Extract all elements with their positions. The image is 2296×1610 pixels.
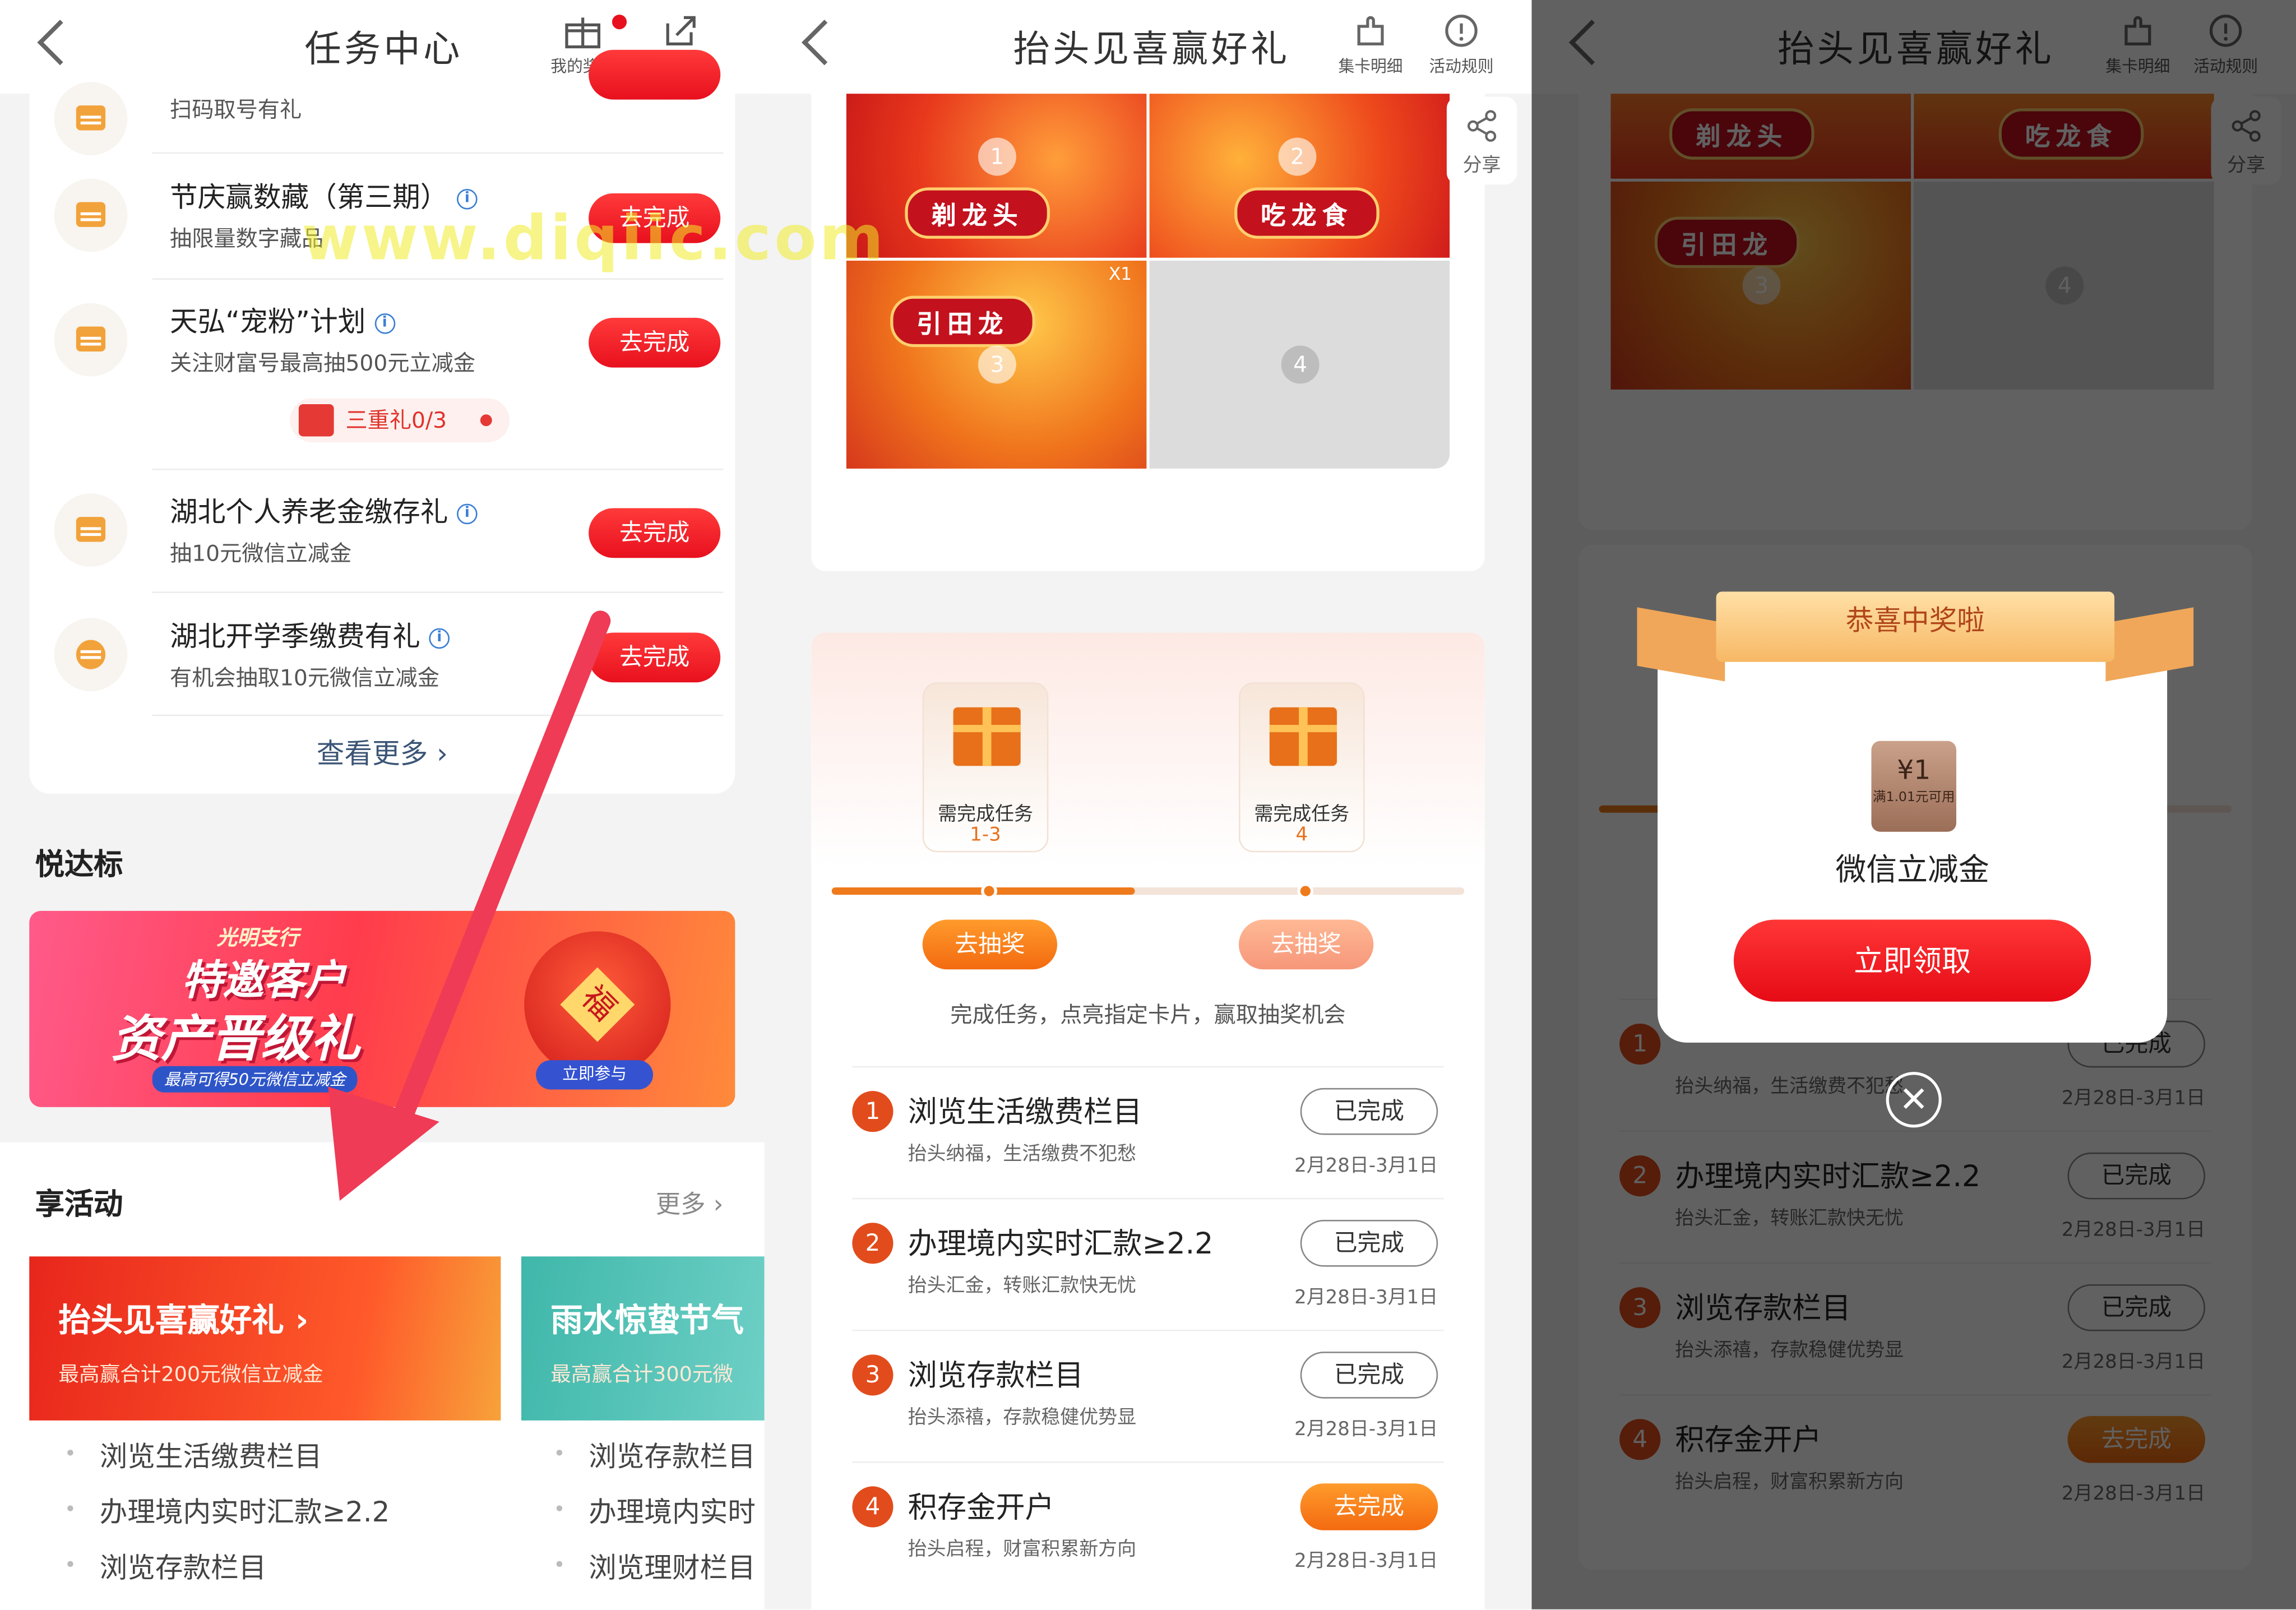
share-button[interactable]: 分享: [1446, 96, 1517, 185]
prize-modal: ¥1 满1.01元可用 微信立减金 立即领取: [1658, 632, 2168, 1043]
task-date: 2月28日-3月1日: [1294, 1287, 1438, 1310]
task-title: 浏览生活缴费栏目: [908, 1094, 1142, 1130]
task-row: 3 浏览存款栏目 抬头添禧，存款稳健优势显 已完成 2月28日-3月1日: [852, 1329, 1444, 1461]
task-title: 积存金开户: [908, 1489, 1054, 1525]
task-number: 3: [852, 1354, 894, 1396]
ribbon-tail: [2105, 607, 2194, 682]
gift-range: 1-3: [970, 824, 1001, 846]
card-grid: 1 剃龙头 2 吃龙食 引田龙 X1 3 4: [846, 94, 1450, 469]
card-detail-label: 集卡明细: [1338, 57, 1403, 76]
congrats-ribbon: 恭喜中奖啦: [1637, 591, 2194, 682]
card-1[interactable]: 1 剃龙头: [846, 94, 1147, 258]
task-date: 2月28日-3月1日: [1294, 1419, 1438, 1441]
task-number: 2: [852, 1223, 894, 1264]
puzzle-icon: [1357, 16, 1384, 45]
task-subtitle: 抬头汇金，转账汇款快无忧: [908, 1275, 1137, 1298]
draw-button-a[interactable]: 去抽奖: [922, 919, 1058, 970]
task-date: 2月28日-3月1日: [1294, 1155, 1438, 1178]
watermark: www.diqiic.com: [302, 202, 887, 274]
ribbon-tail: [1637, 607, 1725, 682]
progress-dot: [981, 883, 997, 899]
progress-dot: [1297, 883, 1314, 899]
task-title: 办理境内实时汇款≥2.2: [908, 1225, 1214, 1261]
prize-popup-screen: 抬头见喜赢好礼 集卡明细 活动规则 剃龙头 吃龙食 引田龙 3 4 分享: [1531, 0, 2296, 1609]
gift-need: 需完成任务: [1254, 804, 1350, 826]
gift-box-a: 需完成任务 1-3: [922, 682, 1049, 853]
completed-button[interactable]: 已完成: [1300, 1088, 1438, 1135]
panel-glow: [811, 632, 1485, 867]
back-icon[interactable]: [802, 20, 848, 66]
task-row: 1 浏览生活缴费栏目 抬头纳福，生活缴费不犯愁 已完成 2月28日-3月1日: [852, 1066, 1444, 1198]
completed-button[interactable]: 已完成: [1300, 1220, 1438, 1267]
rules-label: 活动规则: [1429, 57, 1494, 76]
card-name: 剃龙头: [905, 187, 1050, 239]
card-name: 引田龙: [890, 295, 1035, 348]
task-subtitle: 抬头纳福，生活缴费不犯愁: [908, 1144, 1137, 1166]
task-panel: 需完成任务 1-3 需完成任务 4 去抽奖 去抽奖 完成任务，点亮指定卡片，赢取…: [811, 632, 1485, 1609]
task-number: 4: [852, 1486, 894, 1528]
task-subtitle: 抬头启程，财富积累新方向: [908, 1539, 1137, 1561]
task-number: 1: [852, 1091, 894, 1132]
completed-button[interactable]: 已完成: [1300, 1352, 1438, 1399]
card-number: 4: [1281, 345, 1320, 384]
close-icon[interactable]: ✕: [1886, 1072, 1942, 1128]
gift-need: 需完成任务: [938, 804, 1033, 826]
card-3[interactable]: 引田龙 X1 3: [846, 260, 1147, 469]
task-title: 浏览存款栏目: [908, 1357, 1084, 1393]
gift-icon: [953, 707, 1021, 766]
prize-name: 微信立减金: [1835, 852, 1989, 888]
congrats-label: 恭喜中奖啦: [1716, 591, 2115, 662]
task-date: 2月28日-3月1日: [1294, 1551, 1438, 1573]
info-circle-icon: [1445, 15, 1478, 47]
page-title: 抬头见喜赢好礼: [1013, 27, 1290, 71]
complete-button[interactable]: 去完成: [1300, 1483, 1438, 1530]
coupon-condition: 满1.01元可用: [1872, 790, 1955, 806]
claim-button[interactable]: 立即领取: [1733, 919, 2091, 1002]
card-number: 3: [978, 345, 1016, 384]
draw-button-b[interactable]: 去抽奖: [1238, 919, 1374, 970]
task-hint: 完成任务，点亮指定卡片，赢取抽奖机会: [950, 1001, 1346, 1028]
card-2[interactable]: 2 吃龙食: [1149, 94, 1450, 258]
share-icon: [1467, 110, 1497, 142]
task-subtitle: 抬头添禧，存款稳健优势显: [908, 1407, 1137, 1429]
card-name: 吃龙食: [1234, 187, 1380, 239]
card-4-locked[interactable]: 4: [1149, 260, 1450, 469]
gift-icon: [1269, 707, 1337, 766]
card-number: 1: [978, 137, 1016, 176]
rules-button[interactable]: 活动规则: [1429, 12, 1494, 78]
page: 任务中心 我的奖品 分享 扫码取号有礼 节庆赢数藏（第三期）i 抽限量数字藏品 …: [0, 0, 2296, 1609]
progress-bar: [831, 883, 1465, 899]
share-label: 分享: [1462, 155, 1501, 178]
gift-range: 4: [1295, 824, 1308, 846]
coupon-value: ¥1: [1897, 755, 1931, 787]
card-count: X1: [1108, 263, 1132, 284]
card-detail-button[interactable]: 集卡明细: [1339, 12, 1403, 78]
coupon-icon: ¥1 满1.01元可用: [1871, 741, 1956, 832]
task-row: 2 办理境内实时汇款≥2.2 抬头汇金，转账汇款快无忧 已完成 2月28日-3月…: [852, 1197, 1444, 1330]
task-row: 4 积存金开户 抬头启程，财富积累新方向 去完成 2月28日-3月1日: [852, 1461, 1444, 1593]
card-number: 2: [1278, 137, 1317, 176]
gift-box-b: 需完成任务 4: [1238, 682, 1365, 853]
